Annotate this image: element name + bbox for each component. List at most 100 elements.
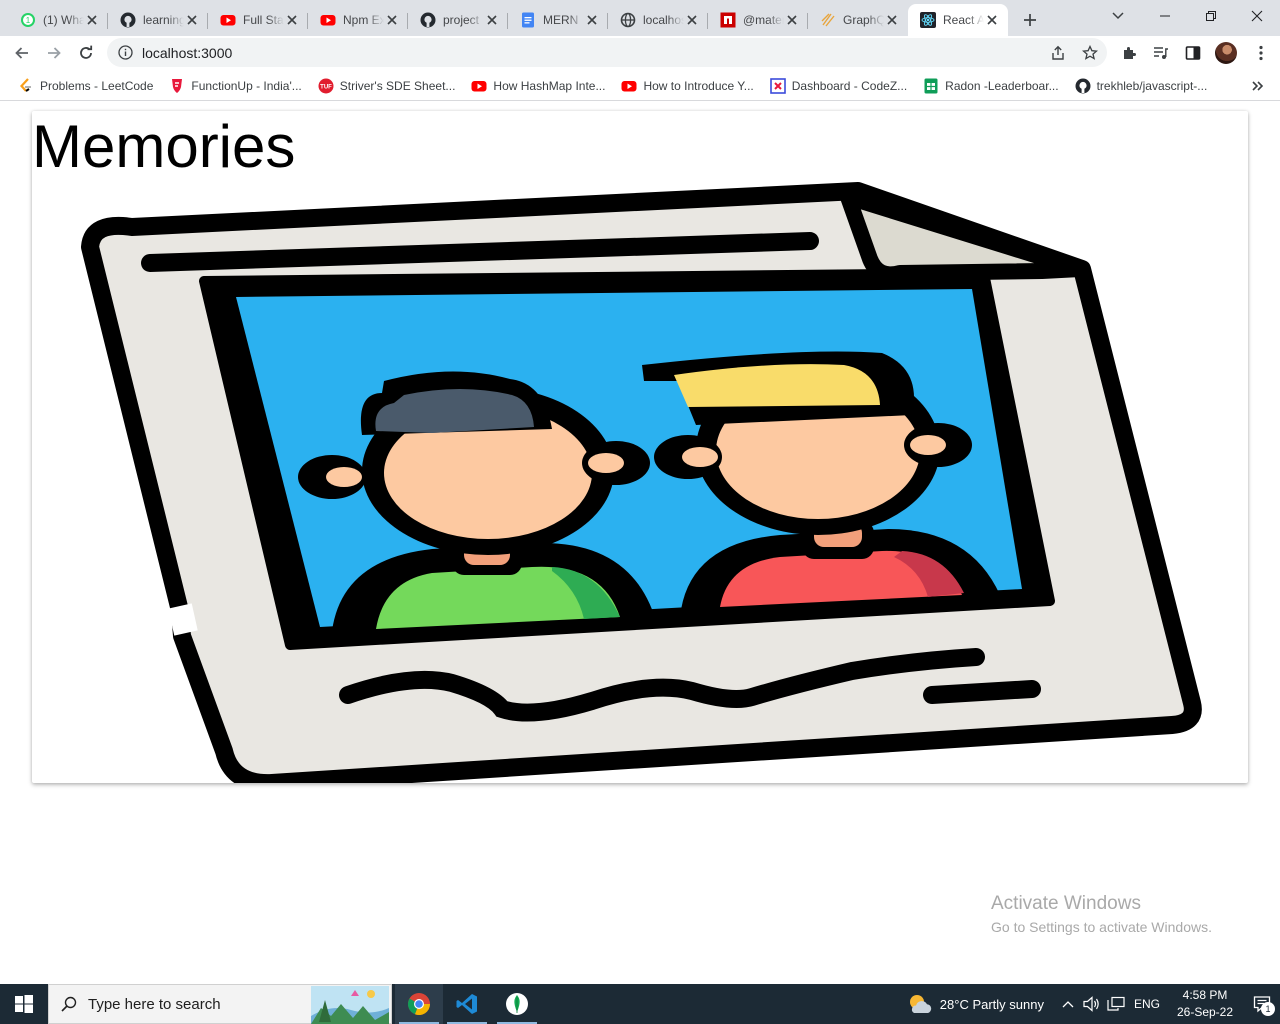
side-panel-icon: [1185, 46, 1201, 60]
tab-github-project[interactable]: project: [408, 4, 508, 36]
reload-icon: [80, 45, 93, 59]
tab-npm-material[interactable]: @material: [708, 4, 808, 36]
network-button[interactable]: [1104, 984, 1128, 1024]
browser-toolbar: localhost:3000: [0, 36, 1280, 71]
input-language[interactable]: ENG: [1134, 997, 1160, 1011]
tab-youtube-fullstack[interactable]: Full Stack: [208, 4, 308, 36]
taskbar-chrome[interactable]: [395, 984, 443, 1024]
restore-button[interactable]: [1188, 0, 1234, 32]
tab-localhost[interactable]: localhost: [608, 4, 708, 36]
bookmark-functionup[interactable]: FunctionUp - India'...: [161, 73, 309, 99]
clock-time: 4:58 PM: [1182, 988, 1228, 1002]
back-button[interactable]: [7, 38, 37, 68]
bookmark-introduce[interactable]: How to Introduce Y...: [613, 73, 761, 99]
close-icon[interactable]: [884, 12, 900, 28]
search-placeholder: Type here to search: [88, 995, 221, 1013]
weather-widget[interactable]: 28°C Partly sunny: [907, 993, 1044, 1015]
bookmark-label: How to Introduce Y...: [643, 78, 754, 93]
media-controls-button[interactable]: [1148, 40, 1174, 66]
tab-title: Npm Explained: [343, 13, 384, 27]
show-hidden-icons-button[interactable]: [1056, 984, 1080, 1024]
tab-youtube-npm[interactable]: Npm Explained: [308, 4, 408, 36]
tab-whatsapp[interactable]: 1 (1) WhatsApp: [8, 4, 108, 36]
bookmark-leetcode[interactable]: Problems - LeetCode: [10, 73, 161, 99]
url-text[interactable]: localhost:3000: [142, 45, 232, 61]
bookmark-hashmap[interactable]: How HashMap Inte...: [463, 73, 613, 99]
forward-button[interactable]: [39, 38, 69, 68]
info-icon[interactable]: [117, 45, 133, 61]
address-bar[interactable]: localhost:3000: [107, 38, 1107, 67]
extensions-button[interactable]: [1117, 40, 1143, 66]
volume-button[interactable]: [1080, 984, 1104, 1024]
clock[interactable]: 4:58 PM 26-Sep-22: [1170, 987, 1240, 1021]
bookmark-label: Radon -Leaderboar...: [945, 78, 1059, 93]
app-bar-card: Memories: [32, 111, 1248, 783]
page-title: Memories: [32, 113, 296, 180]
memories-image: [81, 182, 1202, 783]
npm-icon: [720, 12, 736, 28]
watermark-subtitle: Go to Settings to activate Windows.: [991, 919, 1212, 935]
reload-button[interactable]: [71, 38, 101, 68]
tab-search-button[interactable]: [1104, 2, 1132, 30]
tab-title: (1) WhatsApp: [43, 13, 84, 27]
bookmark-striver[interactable]: TUF Striver's SDE Sheet...: [310, 73, 464, 99]
svg-text:1: 1: [26, 16, 31, 25]
chevron-up-icon: [1062, 1001, 1074, 1008]
youtube-icon: [320, 12, 336, 28]
close-icon[interactable]: [484, 12, 500, 28]
share-button[interactable]: [1045, 40, 1071, 66]
network-icon: [1107, 996, 1125, 1011]
bookmark-label: How HashMap Inte...: [493, 78, 606, 93]
new-tab-button[interactable]: [1016, 6, 1044, 34]
tab-title: learning: [143, 13, 184, 27]
start-button[interactable]: [0, 984, 48, 1024]
close-icon[interactable]: [284, 12, 300, 28]
close-icon[interactable]: [684, 12, 700, 28]
youtube-icon: [471, 78, 487, 94]
activate-windows-watermark: Activate Windows Go to Settings to activ…: [991, 892, 1212, 937]
minimize-button[interactable]: [1142, 0, 1188, 32]
bookmark-radon[interactable]: Radon -Leaderboar...: [915, 73, 1066, 99]
close-icon[interactable]: [984, 12, 1000, 28]
globe-icon: [620, 12, 636, 28]
functionup-icon: [169, 78, 185, 94]
window-controls: [1142, 0, 1280, 32]
close-icon[interactable]: [584, 12, 600, 28]
side-panel-button[interactable]: [1180, 40, 1206, 66]
taskbar-vscode[interactable]: [443, 984, 491, 1024]
partly-sunny-icon: [909, 995, 931, 1013]
leetcode-icon: [18, 77, 34, 94]
tab-title: GraphQL: [843, 13, 884, 27]
bookmark-trekhleb[interactable]: trekhleb/javascript-...: [1067, 73, 1216, 99]
taskbar-mongodb-compass[interactable]: [493, 984, 541, 1024]
more-bookmarks-button[interactable]: [1250, 78, 1266, 94]
close-icon[interactable]: [384, 12, 400, 28]
close-icon[interactable]: [784, 12, 800, 28]
tab-graphql[interactable]: GraphQL: [808, 4, 908, 36]
close-icon[interactable]: [84, 12, 100, 28]
tab-react-app[interactable]: React App: [908, 4, 1008, 36]
bookmark-star-button[interactable]: [1077, 40, 1103, 66]
kebab-menu-icon: [1259, 45, 1263, 61]
youtube-icon: [220, 12, 236, 28]
youtube-icon: [621, 78, 637, 94]
bookmark-codezinger[interactable]: Dashboard - CodeZ...: [762, 73, 915, 99]
close-icon[interactable]: [184, 12, 200, 28]
star-icon: [1082, 45, 1098, 60]
tab-docs-mern[interactable]: MERN: [508, 4, 608, 36]
close-window-button[interactable]: [1234, 0, 1280, 32]
page-viewport: Memories Activate Windows Go to Settings…: [0, 102, 1280, 984]
windows-logo-icon: [15, 995, 33, 1013]
media-queue-icon: [1154, 47, 1168, 59]
chrome-menu-button[interactable]: [1248, 40, 1274, 66]
whatsapp-icon: 1: [20, 12, 36, 28]
bookmark-label: Striver's SDE Sheet...: [339, 78, 456, 93]
minimize-icon: [1160, 15, 1170, 17]
bookmark-label: FunctionUp - India'...: [191, 78, 302, 93]
weather-text: 28°C Partly sunny: [939, 996, 1044, 1012]
tab-github-learning[interactable]: learning: [108, 4, 208, 36]
action-center-button[interactable]: 1: [1244, 984, 1280, 1024]
taskbar-search-box[interactable]: Type here to search: [48, 984, 392, 1024]
profile-avatar[interactable]: [1215, 42, 1237, 64]
system-tray: 28°C Partly sunny ENG 4:58 PM 26-Sep-22 …: [907, 984, 1280, 1024]
